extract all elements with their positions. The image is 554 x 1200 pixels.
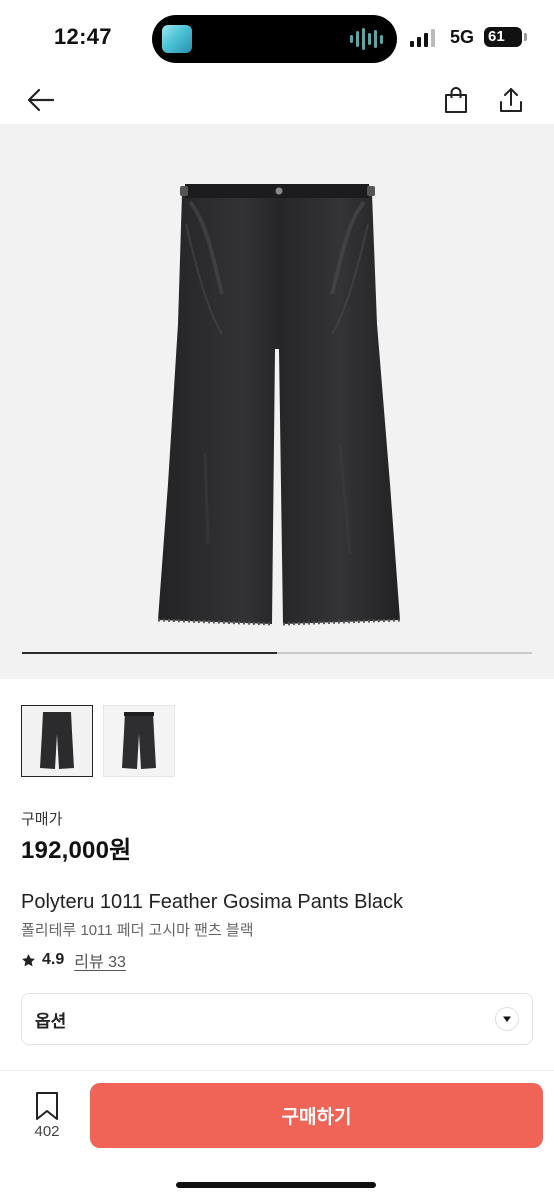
thumbnail-strip	[21, 705, 175, 777]
battery-level: 61	[488, 28, 505, 45]
battery-icon: 61	[484, 27, 522, 47]
battery-cap	[524, 33, 527, 41]
chevron-down-icon	[495, 1007, 519, 1031]
product-name-en: Polyteru 1011 Feather Gosima Pants Black	[21, 891, 404, 913]
share-button[interactable]	[493, 82, 529, 118]
status-time: 12:47	[54, 24, 112, 49]
cart-button[interactable]	[438, 82, 474, 118]
thumbnail-pants-back	[122, 712, 156, 769]
product-image-pants	[157, 184, 401, 626]
review-link[interactable]: 리뷰 33	[74, 948, 126, 972]
bottom-action-bar: 402 구매하기	[0, 1070, 554, 1200]
price-label: 구매가	[21, 811, 63, 828]
status-bar: 12:47 5G 61	[0, 0, 554, 76]
carousel-progress-track	[22, 652, 532, 654]
back-button[interactable]	[23, 82, 59, 118]
wish-count: 402	[34, 1123, 60, 1140]
bookmark-icon	[36, 1092, 58, 1120]
cellular-signal-icon	[410, 29, 435, 47]
price: 192,000원	[21, 837, 132, 864]
rating-row: 4.9 리뷰 33	[21, 948, 126, 972]
dynamic-island	[152, 15, 397, 63]
product-name-ko: 폴리테루 1011 페더 고시마 팬츠 블랙	[21, 922, 254, 939]
thumbnail-pants-front	[40, 712, 74, 769]
home-indicator	[176, 1182, 376, 1188]
rating-value: 4.9	[42, 951, 65, 968]
product-image-carousel[interactable]	[0, 124, 554, 679]
nav-bar	[0, 76, 554, 124]
carousel-progress-fill	[22, 652, 277, 654]
now-playing-artwork	[162, 25, 192, 53]
share-icon	[500, 88, 522, 112]
audio-waveform-icon	[350, 27, 383, 51]
star-icon	[22, 953, 35, 966]
network-type: 5G	[450, 27, 475, 47]
bookmark-button[interactable]: 402	[22, 1091, 72, 1141]
option-dropdown[interactable]: 옵션	[21, 993, 533, 1045]
arrow-left-icon	[27, 88, 55, 112]
buy-button[interactable]: 구매하기	[90, 1083, 543, 1148]
shopping-bag-icon	[445, 87, 467, 113]
thumbnail-2[interactable]	[103, 705, 175, 777]
thumbnail-1[interactable]	[21, 705, 93, 777]
option-label: 옵션	[35, 1011, 67, 1031]
